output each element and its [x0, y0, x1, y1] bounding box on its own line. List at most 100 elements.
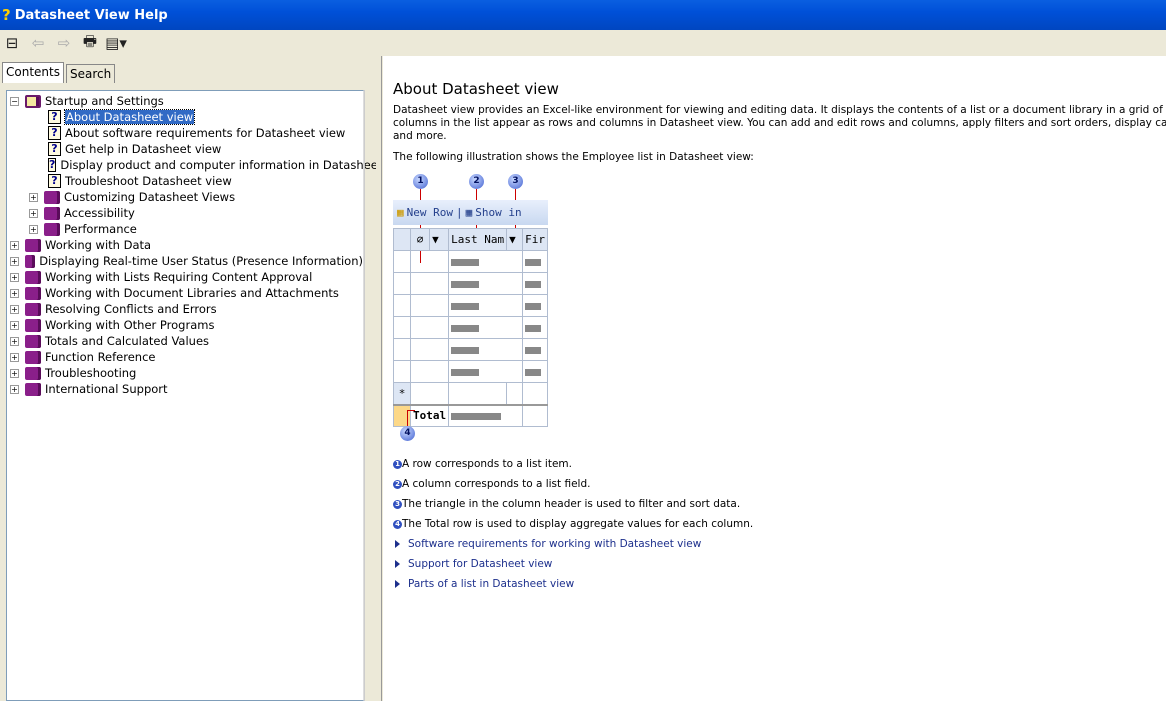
book-icon — [25, 350, 41, 364]
tree-item[interactable]: + Troubleshooting — [7, 365, 363, 381]
tree-item[interactable]: ? Display product and computer informatio… — [7, 157, 412, 173]
link-text[interactable]: Software requirements for working with D… — [408, 538, 701, 550]
contents-tree: − Startup and Settings? About Datasheet vi… — [6, 90, 412, 701]
tree-item-label: Troubleshooting — [45, 366, 137, 380]
tree-item[interactable]: + Performance — [7, 221, 363, 237]
column-header: Last Nam — [448, 228, 508, 251]
page-title: About Datasheet view — [393, 80, 559, 98]
callout-number: 4 — [393, 519, 402, 529]
collapse-icon[interactable]: − — [10, 96, 19, 106]
tree-item[interactable]: + Working with Lists Requiring Content Ap… — [7, 269, 363, 285]
book-icon — [25, 334, 41, 348]
book-icon — [25, 318, 41, 332]
link-text[interactable]: Support for Datasheet view — [408, 558, 552, 570]
datasheet-toolbar: ▦ New Row | ▦ Show in — [393, 200, 548, 225]
tab-contents[interactable]: Contents — [2, 62, 64, 83]
help-page-icon: ? — [48, 158, 57, 172]
book-icon — [25, 302, 41, 316]
book-icon — [25, 270, 41, 284]
tree-item[interactable]: + Working with Document Libraries and Att… — [7, 285, 363, 301]
expand-icon[interactable]: + — [10, 368, 19, 378]
tree-item[interactable]: + Function Reference — [7, 349, 363, 365]
expand-icon[interactable]: + — [10, 320, 19, 330]
related-link[interactable]: Software requirements for working with D… — [393, 534, 1166, 554]
print-button[interactable]: 🖶 — [80, 31, 100, 53]
expand-icon[interactable]: + — [10, 240, 19, 250]
forward-icon: ⇨ — [57, 34, 71, 52]
expand-triangle-icon — [395, 580, 400, 588]
title-bar: ? Datasheet View Help — [0, 0, 1166, 30]
illustration-caption: The following illustration shows the Emp… — [393, 151, 754, 163]
help-page-icon: ? — [48, 174, 61, 188]
callout-1: 1 — [413, 174, 428, 189]
tree-item-label: Accessibility — [64, 206, 135, 220]
tree-item[interactable]: + Resolving Conflicts and Errors — [7, 301, 363, 317]
print-icon: 🖶 — [82, 31, 98, 50]
tree-item-label: Totals and Calculated Values — [45, 334, 210, 348]
expand-icon[interactable]: + — [10, 352, 19, 362]
tree-item-label: Displaying Real-time User Status (Presen… — [39, 254, 363, 268]
forward-button[interactable]: ⇨ — [54, 33, 74, 53]
tree-item[interactable]: + Totals and Calculated Values — [7, 333, 363, 349]
callout-note: 3 The triangle in the column header is us… — [393, 494, 1166, 514]
window-title: Datasheet View Help — [14, 7, 168, 23]
callout-note: 4 The Total row is used to display aggreg… — [393, 514, 1166, 534]
help-page-icon: ? — [48, 126, 61, 140]
hide-icon: ⊟ — [5, 34, 19, 52]
tree-item-label: Get help in Datasheet view — [65, 142, 222, 156]
note-text: A column corresponds to a list field. — [402, 478, 591, 490]
options-button[interactable]: ▤▾ — [105, 33, 127, 53]
callout-2: 2 — [469, 174, 484, 189]
tree-item[interactable]: ? Troubleshoot Datasheet view — [7, 173, 363, 189]
tree-item[interactable]: + Working with Other Programs — [7, 317, 363, 333]
tree-item-label: Customizing Datasheet Views — [64, 190, 236, 204]
tree-item-label: Performance — [64, 222, 137, 236]
expand-icon[interactable]: + — [29, 224, 38, 234]
tree-item[interactable]: − Startup and Settings — [7, 93, 363, 109]
tree-item-label: About software requirements for Datashee… — [65, 126, 346, 140]
tree-item[interactable]: + Accessibility — [7, 205, 363, 221]
book-icon — [44, 190, 60, 204]
tree-item[interactable]: ? About software requirements for Datashe… — [7, 125, 363, 141]
related-link[interactable]: Parts of a list in Datasheet view — [393, 574, 1166, 594]
tree-item-label: Troubleshoot Datasheet view — [65, 174, 232, 188]
tab-search[interactable]: Search — [65, 64, 116, 83]
back-button[interactable]: ⇦ — [28, 33, 48, 53]
book-icon — [25, 382, 41, 396]
callout-note: 2A column corresponds to a list field. — [393, 474, 1166, 494]
book-icon — [44, 206, 60, 220]
tree-item-label: International Support — [45, 382, 168, 396]
help-page-icon: ? — [48, 110, 61, 124]
open-book-icon — [25, 94, 41, 108]
hide-button[interactable]: ⊟ — [2, 33, 22, 53]
datasheet-grid: ⌀ ▼ Last Nam ▼ Fir * Total — [392, 228, 548, 427]
expand-icon[interactable]: + — [29, 192, 38, 202]
related-link[interactable]: Support for Datasheet view — [393, 554, 1166, 574]
link-text[interactable]: Parts of a list in Datasheet view — [408, 578, 574, 590]
tree-item[interactable]: + Displaying Real-time User Status (Prese… — [7, 253, 363, 269]
callout-number: 2 — [393, 479, 402, 489]
tree-item[interactable]: + Customizing Datasheet Views — [7, 189, 363, 205]
expand-icon[interactable]: + — [10, 336, 19, 346]
back-icon: ⇦ — [31, 34, 45, 52]
tree-item[interactable]: + Working with Data — [7, 237, 363, 253]
tree-item[interactable]: ? Get help in Datasheet view — [7, 141, 363, 157]
help-page-icon: ? — [48, 142, 61, 156]
expand-icon[interactable]: + — [10, 272, 19, 282]
expand-icon[interactable]: + — [10, 304, 19, 314]
topic-pane: About Datasheet view Datasheet view prov… — [383, 56, 1166, 701]
note-text: The Total row is used to display aggrega… — [402, 518, 754, 530]
tree-item-label: Working with Data — [45, 238, 152, 252]
table-row — [392, 338, 548, 361]
pane-splitter[interactable] — [376, 56, 382, 701]
expand-icon[interactable]: + — [29, 208, 38, 218]
scrollbar[interactable] — [364, 90, 374, 701]
expand-icon[interactable]: + — [10, 384, 19, 394]
expand-icon[interactable]: + — [10, 288, 19, 298]
table-row — [392, 294, 548, 317]
tree-item-label: Working with Lists Requiring Content App… — [45, 270, 313, 284]
expand-triangle-icon — [395, 540, 400, 548]
expand-icon[interactable]: + — [10, 256, 19, 266]
tree-item[interactable]: + International Support — [7, 381, 363, 397]
tree-item[interactable]: ? About Datasheet view — [7, 109, 363, 125]
